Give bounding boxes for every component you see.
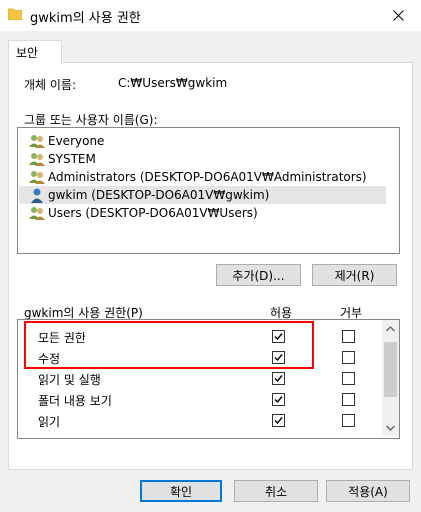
list-item-label: Users (DESKTOP-DO6A01V₩Users) — [48, 206, 258, 220]
permission-row-full-control: 모든 권한 — [18, 326, 378, 347]
checkmark-icon — [274, 396, 283, 404]
deny-checkbox[interactable] — [342, 393, 355, 406]
user-group-icon — [29, 171, 45, 184]
checkmark-icon — [274, 417, 283, 425]
permission-label: 수정 — [38, 352, 61, 366]
user-icon — [31, 188, 43, 203]
permission-row-modify: 수정 — [18, 347, 378, 368]
list-item-label: SYSTEM — [48, 152, 96, 166]
allow-checkbox[interactable] — [272, 414, 285, 427]
user-group-icon — [29, 153, 45, 166]
scroll-thumb[interactable] — [384, 342, 397, 397]
window-title: gwkim의 사용 권한 — [30, 11, 141, 26]
chevron-up-icon — [386, 325, 395, 331]
cancel-button[interactable]: 취소 — [234, 480, 318, 502]
list-item-label: gwkim (DESKTOP-DO6A01V₩gwkim) — [48, 188, 270, 202]
scroll-up-button[interactable] — [382, 320, 399, 337]
close-button[interactable] — [375, 0, 421, 31]
deny-checkbox[interactable] — [342, 372, 355, 385]
permissions-scrollbar[interactable] — [382, 320, 399, 436]
permissions-list[interactable]: 모든 권한 수정 읽기 및 실행 폴더 내용 보기 읽기 — [17, 319, 400, 439]
tab-security[interactable]: 보안 — [8, 40, 62, 64]
permission-row-read: 읽기 — [18, 410, 378, 431]
permission-label: 읽기 및 실행 — [38, 373, 101, 387]
apply-button[interactable]: 적용(A) — [326, 480, 410, 502]
list-item-label: Everyone — [48, 134, 105, 148]
folder-icon — [8, 8, 22, 20]
deny-checkbox[interactable] — [342, 414, 355, 427]
permission-row-list-folder: 폴더 내용 보기 — [18, 389, 378, 410]
list-item[interactable]: Users (DESKTOP-DO6A01V₩Users) — [18, 204, 258, 222]
tab-security-label: 보안 — [16, 46, 39, 60]
deny-checkbox[interactable] — [342, 351, 355, 364]
permission-row-read-execute: 읽기 및 실행 — [18, 368, 378, 389]
chevron-down-icon — [386, 425, 395, 431]
groups-listbox[interactable]: Everyone SYSTEM Administrators (DESKTOP-… — [17, 127, 400, 254]
permission-label: 폴더 내용 보기 — [38, 394, 112, 408]
checkmark-icon — [274, 333, 283, 341]
groups-label: 그룹 또는 사용자 이름(G): — [24, 113, 158, 127]
permission-label: 읽기 — [38, 415, 61, 429]
remove-button[interactable]: 제거(R) — [312, 264, 397, 286]
list-item-selected[interactable]: gwkim (DESKTOP-DO6A01V₩gwkim) — [19, 186, 386, 204]
allow-checkbox[interactable] — [272, 372, 285, 385]
object-name-value: C:₩Users₩gwkim — [118, 76, 228, 90]
list-item[interactable]: Everyone — [18, 132, 104, 150]
permission-label: 모든 권한 — [38, 331, 86, 345]
object-name-label: 개체 이름: — [24, 78, 77, 92]
deny-checkbox[interactable] — [342, 330, 355, 343]
allow-checkbox[interactable] — [272, 393, 285, 406]
user-group-icon — [29, 207, 45, 220]
checkmark-icon — [274, 354, 283, 362]
add-button[interactable]: 추가(D)... — [216, 264, 301, 286]
list-item[interactable]: Administrators (DESKTOP-DO6A01V₩Administ… — [18, 168, 367, 186]
ok-button[interactable]: 확인 — [140, 480, 222, 502]
title-bar: gwkim의 사용 권한 — [0, 0, 421, 31]
allow-checkbox[interactable] — [272, 351, 285, 364]
list-item-label: Administrators (DESKTOP-DO6A01V₩Administ… — [48, 170, 367, 184]
list-item[interactable]: SYSTEM — [18, 150, 96, 168]
checkmark-icon — [274, 375, 283, 383]
close-icon — [392, 10, 404, 21]
scroll-down-button[interactable] — [382, 419, 399, 436]
allow-checkbox[interactable] — [272, 330, 285, 343]
user-group-icon — [29, 135, 45, 148]
